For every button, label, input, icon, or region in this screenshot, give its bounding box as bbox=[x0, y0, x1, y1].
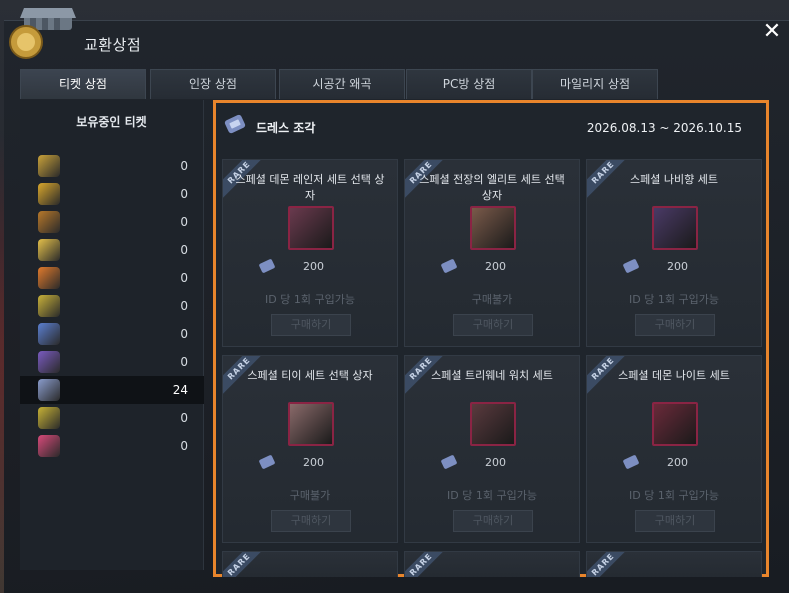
gold-coin-ticket-icon bbox=[38, 183, 60, 205]
buy-button[interactable]: 구매하기 bbox=[453, 314, 533, 336]
dress-piece-cost-icon bbox=[623, 259, 639, 273]
owned-tickets-panel: 보유중인 티켓 0 0 0 0 0 0 0 0 24 0 0 bbox=[20, 100, 204, 570]
dress-piece-icon bbox=[224, 114, 246, 134]
ticket-row[interactable]: 0 bbox=[20, 404, 204, 432]
purchase-limit: ID 당 1회 구입가능 bbox=[447, 489, 537, 502]
buy-button[interactable]: 구매하기 bbox=[635, 510, 715, 532]
buy-button[interactable]: 구매하기 bbox=[635, 314, 715, 336]
blue-box-ticket-icon bbox=[38, 323, 60, 345]
item-cost: 200 bbox=[485, 456, 506, 469]
ticket-count: 0 bbox=[180, 411, 188, 425]
item-cost: 200 bbox=[667, 260, 688, 273]
shop-item-card[interactable]: RARE 스페셜 트리웨네 워치 세트 200 ID 당 1회 구입가능 구매하기 bbox=[404, 355, 580, 543]
ticket-row[interactable]: 0 bbox=[20, 320, 204, 348]
orange-ticket-icon bbox=[38, 267, 60, 289]
buy-button[interactable]: 구매하기 bbox=[453, 510, 533, 532]
shop-main-panel: 드레스 조각 2026.08.13 ~ 2026.10.15 RARE 스페셜 데… bbox=[213, 100, 769, 577]
item-thumbnail[interactable] bbox=[470, 206, 516, 250]
buy-button[interactable]: 구매하기 bbox=[271, 314, 351, 336]
ticket-row[interactable]: 0 bbox=[20, 208, 204, 236]
close-button[interactable]: ✕ bbox=[760, 20, 784, 44]
item-thumbnail[interactable] bbox=[288, 402, 334, 446]
character-ticket-icon bbox=[38, 239, 60, 261]
item-thumbnail[interactable] bbox=[470, 402, 516, 446]
sale-period: 2026.08.13 ~ 2026.10.15 bbox=[586, 121, 742, 135]
today-ticket-icon bbox=[38, 407, 60, 429]
dress-piece-cost-icon bbox=[259, 259, 275, 273]
dress-piece-cost-icon bbox=[259, 455, 275, 469]
dress-piece-cost-icon bbox=[441, 455, 457, 469]
shop-item-card-partial[interactable]: RARE bbox=[586, 551, 762, 577]
purchase-limit: ID 당 1회 구입가능 bbox=[265, 293, 355, 306]
ticket-count: 0 bbox=[180, 187, 188, 201]
item-name: 스페셜 데몬 레인저 세트 선택 상자 bbox=[235, 173, 385, 202]
tab-pc-cafe-shop[interactable]: PC방 상점 bbox=[406, 69, 532, 99]
ticket-row[interactable]: 0 bbox=[20, 236, 204, 264]
window-title: 교환상점 bbox=[84, 36, 142, 54]
month-ticket-icon bbox=[38, 435, 60, 457]
tab-ticket-shop[interactable]: 티켓 상점 bbox=[20, 69, 146, 99]
ticket-row[interactable]: 0 bbox=[20, 432, 204, 460]
item-thumbnail[interactable] bbox=[652, 206, 698, 250]
purple-plus-ticket-icon bbox=[38, 351, 60, 373]
item-cost: 200 bbox=[485, 260, 506, 273]
purchase-limit: 구매불가 bbox=[471, 293, 513, 306]
shop-emblem-icon bbox=[9, 8, 76, 59]
tab-spacetime-distortion[interactable]: 시공간 왜곡 bbox=[279, 69, 405, 99]
shop-item-card-partial[interactable]: RARE bbox=[222, 551, 398, 577]
item-grid: RARE 스페셜 데몬 레인저 세트 선택 상자 200 ID 당 1회 구입가능 구매… bbox=[222, 159, 766, 577]
dress-piece-ticket-icon bbox=[38, 379, 60, 401]
ticket-row[interactable]: 0 bbox=[20, 264, 204, 292]
ticket-count: 0 bbox=[180, 271, 188, 285]
ticket-count: 24 bbox=[172, 383, 188, 397]
shop-item-card[interactable]: RARE 스페셜 전장의 엘리트 세트 선택 상자 200 구매불가 구매하기 bbox=[404, 159, 580, 347]
item-thumbnail[interactable] bbox=[288, 206, 334, 250]
dress-piece-cost-icon bbox=[441, 259, 457, 273]
shop-item-card[interactable]: RARE 스페셜 데몬 나이트 세트 200 ID 당 1회 구입가능 구매하기 bbox=[586, 355, 762, 543]
currency-title: 드레스 조각 bbox=[256, 121, 316, 135]
gold-bar-ticket-icon bbox=[38, 155, 60, 177]
shop-item-card-partial[interactable]: RARE bbox=[404, 551, 580, 577]
rare-badge: RARE bbox=[587, 552, 631, 577]
purchase-limit: ID 당 1회 구입가능 bbox=[629, 293, 719, 306]
shop-item-card[interactable]: RARE 스페셜 나비향 세트 200 ID 당 1회 구입가능 구매하기 bbox=[586, 159, 762, 347]
item-name: 스페셜 티이 세트 선택 상자 bbox=[247, 369, 373, 382]
item-thumbnail[interactable] bbox=[652, 402, 698, 446]
ticket-count: 0 bbox=[180, 159, 188, 173]
item-cost: 200 bbox=[667, 456, 688, 469]
item-name: 스페셜 나비향 세트 bbox=[630, 173, 718, 186]
buy-button[interactable]: 구매하기 bbox=[271, 510, 351, 532]
dress-piece-cost-icon bbox=[623, 455, 639, 469]
ticket-count: 0 bbox=[180, 439, 188, 453]
ticket-row[interactable]: 24 bbox=[20, 376, 204, 404]
rare-badge: RARE bbox=[223, 552, 267, 577]
rare-badge: RARE bbox=[405, 552, 449, 577]
item-name: 스페셜 전장의 엘리트 세트 선택 상자 bbox=[419, 173, 565, 202]
shop-item-card[interactable]: RARE 스페셜 데몬 레인저 세트 선택 상자 200 ID 당 1회 구입가능 구매… bbox=[222, 159, 398, 347]
shop-item-card[interactable]: RARE 스페셜 티이 세트 선택 상자 200 구매불가 구매하기 bbox=[222, 355, 398, 543]
ticket-row[interactable]: 0 bbox=[20, 348, 204, 376]
ticket-list: 0 0 0 0 0 0 0 0 24 0 0 bbox=[20, 152, 204, 460]
item-name: 스페셜 데몬 나이트 세트 bbox=[618, 369, 730, 382]
purchase-limit: ID 당 1회 구입가능 bbox=[629, 489, 719, 502]
tab-seal-shop[interactable]: 인장 상점 bbox=[150, 69, 276, 99]
item-cost: 200 bbox=[303, 260, 324, 273]
ticket-row[interactable]: 0 bbox=[20, 180, 204, 208]
ticket-count: 0 bbox=[180, 355, 188, 369]
ticket-count: 0 bbox=[180, 243, 188, 257]
yellow-coin-ticket-icon bbox=[38, 295, 60, 317]
shop-main-header: 드레스 조각 2026.08.13 ~ 2026.10.15 bbox=[216, 103, 766, 151]
purchase-limit: 구매불가 bbox=[289, 489, 331, 502]
ticket-row[interactable]: 0 bbox=[20, 292, 204, 320]
owned-tickets-header: 보유중인 티켓 bbox=[76, 115, 147, 129]
pouch-ticket-icon bbox=[38, 211, 60, 233]
ticket-count: 0 bbox=[180, 327, 188, 341]
tab-mileage-shop[interactable]: 마일리지 상점 bbox=[532, 69, 658, 99]
ticket-row[interactable]: 0 bbox=[20, 152, 204, 180]
item-cost: 200 bbox=[303, 456, 324, 469]
ticket-count: 0 bbox=[180, 299, 188, 313]
ticket-count: 0 bbox=[180, 215, 188, 229]
item-name: 스페셜 트리웨네 워치 세트 bbox=[431, 369, 553, 382]
